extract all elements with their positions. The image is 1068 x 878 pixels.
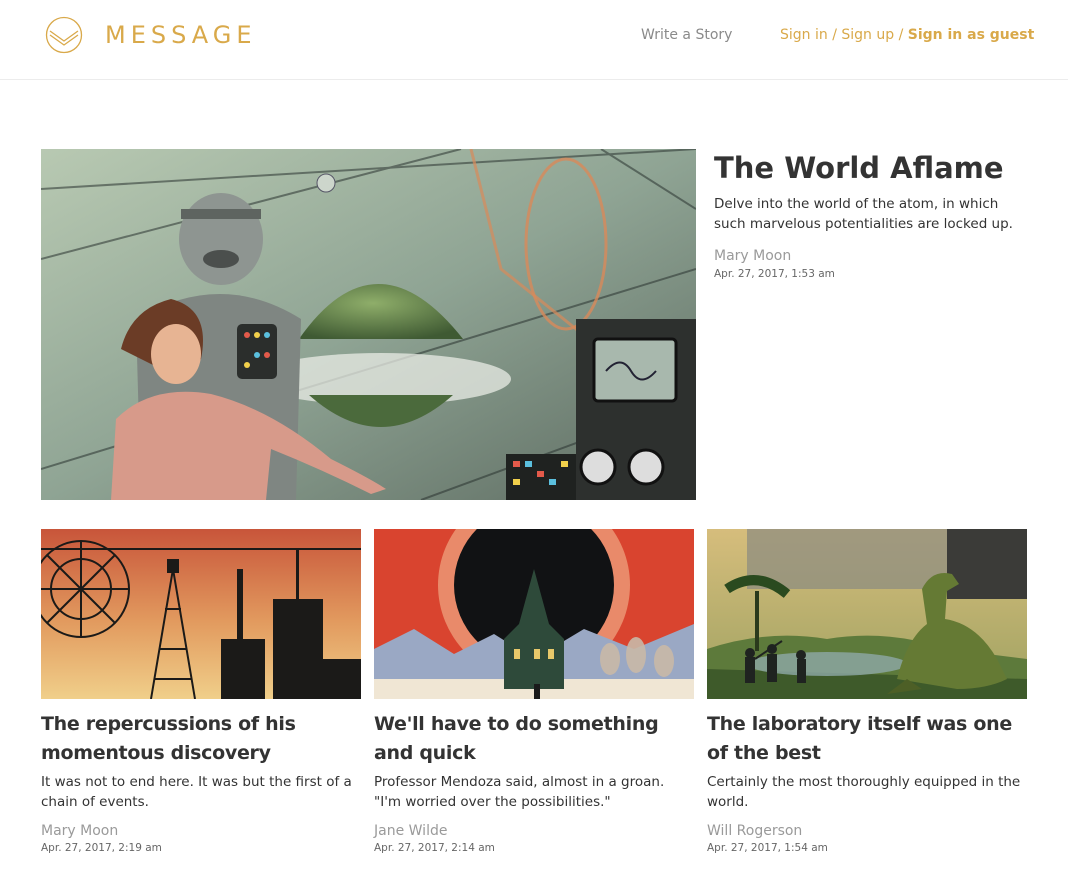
- story-image[interactable]: [374, 529, 694, 699]
- story-excerpt: Professor Mendoza said, almost in a groa…: [374, 774, 665, 810]
- brand-name: MESSAGE: [105, 21, 257, 49]
- story-image[interactable]: [41, 529, 361, 699]
- story-author[interactable]: Mary Moon: [41, 823, 361, 839]
- story-excerpt: Certainly the most thoroughly equipped i…: [707, 774, 1021, 810]
- story-date: Apr. 27, 2017, 1:54 am: [707, 842, 828, 854]
- story-date: Apr. 27, 2017, 2:14 am: [374, 842, 495, 854]
- featured-story-author[interactable]: Mary Moon: [714, 248, 1014, 264]
- story-author[interactable]: Will Rogerson: [707, 823, 1027, 839]
- sign-in-link[interactable]: Sign in: [780, 27, 828, 43]
- logo-icon: [45, 16, 83, 54]
- site-header: MESSAGE Write a Story Sign in / Sign up …: [0, 0, 1068, 80]
- story-title[interactable]: We'll have to do something and quick: [374, 710, 694, 768]
- separator: /: [827, 27, 842, 43]
- story-card: We'll have to do something and quick Pro…: [374, 529, 694, 854]
- sign-in-guest-link[interactable]: Sign in as guest: [908, 27, 1035, 43]
- story-date: Apr. 27, 2017, 2:19 am: [41, 842, 162, 854]
- story-card: The repercussions of his momentous disco…: [41, 529, 361, 854]
- story-excerpt: It was not to end here. It was but the f…: [41, 774, 352, 810]
- write-story-link[interactable]: Write a Story: [641, 27, 732, 43]
- separator: /: [894, 27, 908, 43]
- story-title[interactable]: The repercussions of his momentous disco…: [41, 710, 361, 768]
- story-image[interactable]: [707, 529, 1027, 699]
- sign-up-link[interactable]: Sign up: [841, 27, 894, 43]
- featured-story-title[interactable]: The World Aflame: [714, 150, 1014, 186]
- story-author[interactable]: Jane Wilde: [374, 823, 694, 839]
- story-card: The laboratory itself was one of the bes…: [707, 529, 1027, 854]
- auth-links: Sign in / Sign up / Sign in as guest: [780, 27, 1034, 43]
- featured-story-date: Apr. 27, 2017, 1:53 am: [714, 268, 835, 280]
- brand-logo[interactable]: MESSAGE: [45, 16, 257, 54]
- featured-story-excerpt: Delve into the world of the atom, in whi…: [714, 196, 1013, 232]
- story-title[interactable]: The laboratory itself was one of the bes…: [707, 710, 1027, 768]
- featured-story-image[interactable]: [41, 149, 696, 500]
- featured-story: The World Aflame Delve into the world of…: [714, 150, 1014, 280]
